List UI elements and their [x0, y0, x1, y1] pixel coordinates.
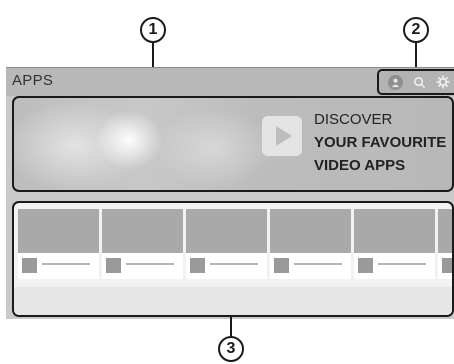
app-icon-placeholder [274, 258, 289, 273]
app-tile-6[interactable] [438, 209, 452, 253]
app-tile-5[interactable] [354, 209, 435, 253]
banner-line-3: VIDEO APPS [314, 157, 406, 174]
app-name-placeholder [294, 263, 342, 265]
featured-banner[interactable]: DISCOVER YOUR FAVOURITE VIDEO APPS [12, 96, 454, 192]
app-tile-1[interactable] [18, 209, 99, 253]
app-tile-4[interactable] [270, 209, 351, 253]
app-icon-placeholder [442, 258, 452, 273]
callout-3-pointer [230, 317, 232, 337]
lower-area [14, 287, 452, 315]
app-name-placeholder [378, 263, 426, 265]
settings-gear-icon[interactable] [436, 75, 450, 89]
app-icon-placeholder [106, 258, 121, 273]
search-icon[interactable] [412, 75, 426, 89]
callout-2-pointer [415, 43, 417, 68]
app-name-placeholder [210, 263, 258, 265]
banner-line-1: DISCOVER [314, 111, 393, 128]
app-tile-2[interactable] [102, 209, 183, 253]
profile-icon[interactable] [387, 74, 403, 90]
app-icon-placeholder [190, 258, 205, 273]
callout-2: 2 [403, 17, 429, 43]
app-name-placeholder [42, 263, 90, 265]
app-list [12, 201, 454, 317]
banner-line-2: YOUR FAVOURITE [314, 134, 447, 151]
app-icon-placeholder [22, 258, 37, 273]
play-icon [262, 116, 302, 156]
page-title: APPS [12, 72, 54, 89]
callout-1: 1 [140, 17, 166, 43]
callout-3: 3 [218, 336, 244, 362]
top-right-icons [377, 69, 454, 95]
app-icon-placeholder [358, 258, 373, 273]
app-name-placeholder [126, 263, 174, 265]
app-tile-3[interactable] [186, 209, 267, 253]
